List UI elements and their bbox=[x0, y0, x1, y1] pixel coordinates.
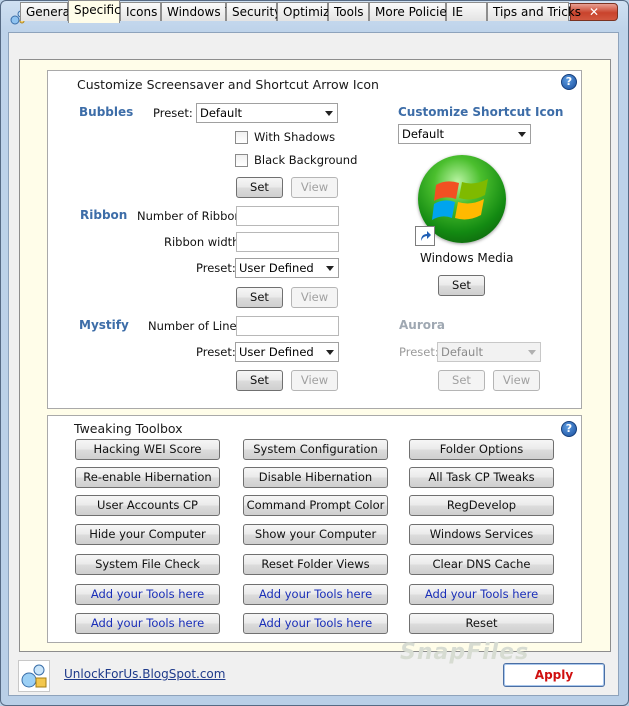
add-tool-button[interactable]: Add your Tools here bbox=[243, 584, 388, 605]
chevron-down-icon bbox=[326, 350, 334, 355]
mystify-heading: Mystify bbox=[79, 318, 129, 332]
tab-windows-7[interactable]: Windows 7 bbox=[161, 2, 232, 21]
aurora-heading: Aurora bbox=[399, 318, 446, 332]
mystify-preset-value: User Defined bbox=[239, 345, 314, 359]
with-shadows-checkbox[interactable] bbox=[235, 131, 248, 144]
mystify-preset-select[interactable]: User Defined bbox=[235, 342, 339, 362]
shortcut-arrow-icon bbox=[415, 226, 435, 246]
help-icon[interactable]: ? bbox=[561, 74, 577, 90]
help-icon[interactable]: ? bbox=[561, 421, 577, 437]
disable-hibernation-button[interactable]: Disable Hibernation bbox=[243, 467, 388, 488]
number-of-ribbons-label: Number of Ribbons: bbox=[137, 209, 252, 223]
winbubble-logo-icon bbox=[18, 660, 50, 692]
windows-services-button[interactable]: Windows Services bbox=[409, 524, 554, 545]
tab-security[interactable]: Security bbox=[226, 2, 281, 21]
folder-options-button[interactable]: Folder Options bbox=[409, 439, 554, 460]
tab-more-policies[interactable]: More Policies bbox=[369, 2, 453, 21]
add-tool-button[interactable]: Add your Tools here bbox=[243, 613, 388, 634]
chevron-down-icon bbox=[518, 132, 526, 137]
aurora-preset-select[interactable]: Default bbox=[437, 342, 541, 362]
bubbles-view-button[interactable]: View bbox=[291, 177, 338, 198]
system-configuration-button[interactable]: System Configuration bbox=[243, 439, 388, 460]
user-accounts-cp-button[interactable]: User Accounts CP bbox=[75, 495, 220, 516]
black-background-label: Black Background bbox=[254, 153, 358, 167]
tab-icons[interactable]: Icons bbox=[120, 2, 161, 21]
shortcut-icon-caption: Windows Media bbox=[420, 251, 514, 265]
tab-tools[interactable]: Tools bbox=[328, 2, 369, 21]
ribbon-set-button[interactable]: Set bbox=[236, 287, 283, 308]
add-tool-button[interactable]: Add your Tools here bbox=[75, 584, 220, 605]
toolbox-title: Tweaking Toolbox bbox=[74, 421, 183, 436]
aurora-view-button[interactable]: View bbox=[493, 370, 540, 391]
add-tool-button[interactable]: Add your Tools here bbox=[75, 613, 220, 634]
number-of-lines-input[interactable] bbox=[236, 316, 339, 336]
all-task-cp-tweaks-button[interactable]: All Task CP Tweaks bbox=[409, 467, 554, 488]
re-enable-hibernation-button[interactable]: Re-enable Hibernation bbox=[75, 467, 220, 488]
shortcut-set-button[interactable]: Set bbox=[438, 275, 485, 296]
tab-general[interactable]: General bbox=[20, 2, 73, 21]
bubbles-preset-label: Preset: bbox=[153, 106, 193, 120]
watermark: SnapFiles bbox=[400, 640, 530, 665]
shortcut-icon-heading: Customize Shortcut Icon bbox=[398, 105, 564, 119]
ribbon-heading: Ribbon bbox=[80, 208, 128, 222]
regdevelop-button[interactable]: RegDevelop bbox=[409, 495, 554, 516]
reset-button[interactable]: Reset bbox=[409, 613, 554, 634]
tab-specific[interactable]: Specific bbox=[68, 0, 121, 23]
ribbon-preset-value: User Defined bbox=[239, 261, 314, 275]
aurora-set-button[interactable]: Set bbox=[438, 370, 485, 391]
aurora-preset-value: Default bbox=[441, 345, 484, 359]
black-background-checkbox[interactable] bbox=[235, 154, 248, 167]
bubbles-heading: Bubbles bbox=[79, 105, 134, 119]
clear-dns-cache-button[interactable]: Clear DNS Cache bbox=[409, 554, 554, 575]
bubbles-set-button[interactable]: Set bbox=[236, 177, 283, 198]
number-of-ribbons-input[interactable] bbox=[236, 206, 339, 226]
command-prompt-color-button[interactable]: Command Prompt Color bbox=[243, 495, 388, 516]
tab-optimize[interactable]: Optimize bbox=[277, 2, 337, 21]
reset-folder-views-button[interactable]: Reset Folder Views bbox=[243, 554, 388, 575]
number-of-lines-label: Number of Lines: bbox=[148, 319, 247, 333]
hacking-wei-score-button[interactable]: Hacking WEI Score bbox=[75, 439, 220, 460]
tab-tips-and-tricks[interactable]: Tips and Tricks bbox=[487, 2, 581, 21]
tab-ie[interactable]: IE bbox=[446, 2, 487, 21]
ribbon-width-input[interactable] bbox=[236, 232, 339, 252]
blog-link[interactable]: UnlockForUs.BlogSpot.com bbox=[64, 667, 225, 681]
show-your-computer-button[interactable]: Show your Computer bbox=[243, 524, 388, 545]
ribbon-preset-select[interactable]: User Defined bbox=[235, 258, 339, 278]
hide-your-computer-button[interactable]: Hide your Computer bbox=[75, 524, 220, 545]
chevron-down-icon bbox=[325, 111, 333, 116]
ribbon-view-button[interactable]: View bbox=[291, 287, 338, 308]
aurora-preset-label: Preset: bbox=[399, 345, 439, 359]
apply-button[interactable]: Apply bbox=[503, 663, 605, 687]
add-tool-button[interactable]: Add your Tools here bbox=[409, 584, 554, 605]
mystify-set-button[interactable]: Set bbox=[236, 370, 283, 391]
with-shadows-label: With Shadows bbox=[254, 130, 336, 144]
chevron-down-icon bbox=[326, 266, 334, 271]
mystify-preset-label: Preset: bbox=[196, 345, 236, 359]
screensaver-group-title: Customize Screensaver and Shortcut Arrow… bbox=[77, 77, 379, 92]
bubbles-preset-select[interactable]: Default bbox=[196, 103, 338, 123]
shortcut-icon-value: Default bbox=[402, 127, 445, 141]
ribbon-width-label: Ribbon width: bbox=[164, 235, 244, 249]
shortcut-icon-select[interactable]: Default bbox=[398, 124, 531, 144]
bubbles-preset-value: Default bbox=[200, 106, 243, 120]
mystify-view-button[interactable]: View bbox=[291, 370, 338, 391]
ribbon-preset-label: Preset: bbox=[196, 261, 236, 275]
chevron-down-icon bbox=[528, 350, 536, 355]
system-file-check-button[interactable]: System File Check bbox=[75, 554, 220, 575]
